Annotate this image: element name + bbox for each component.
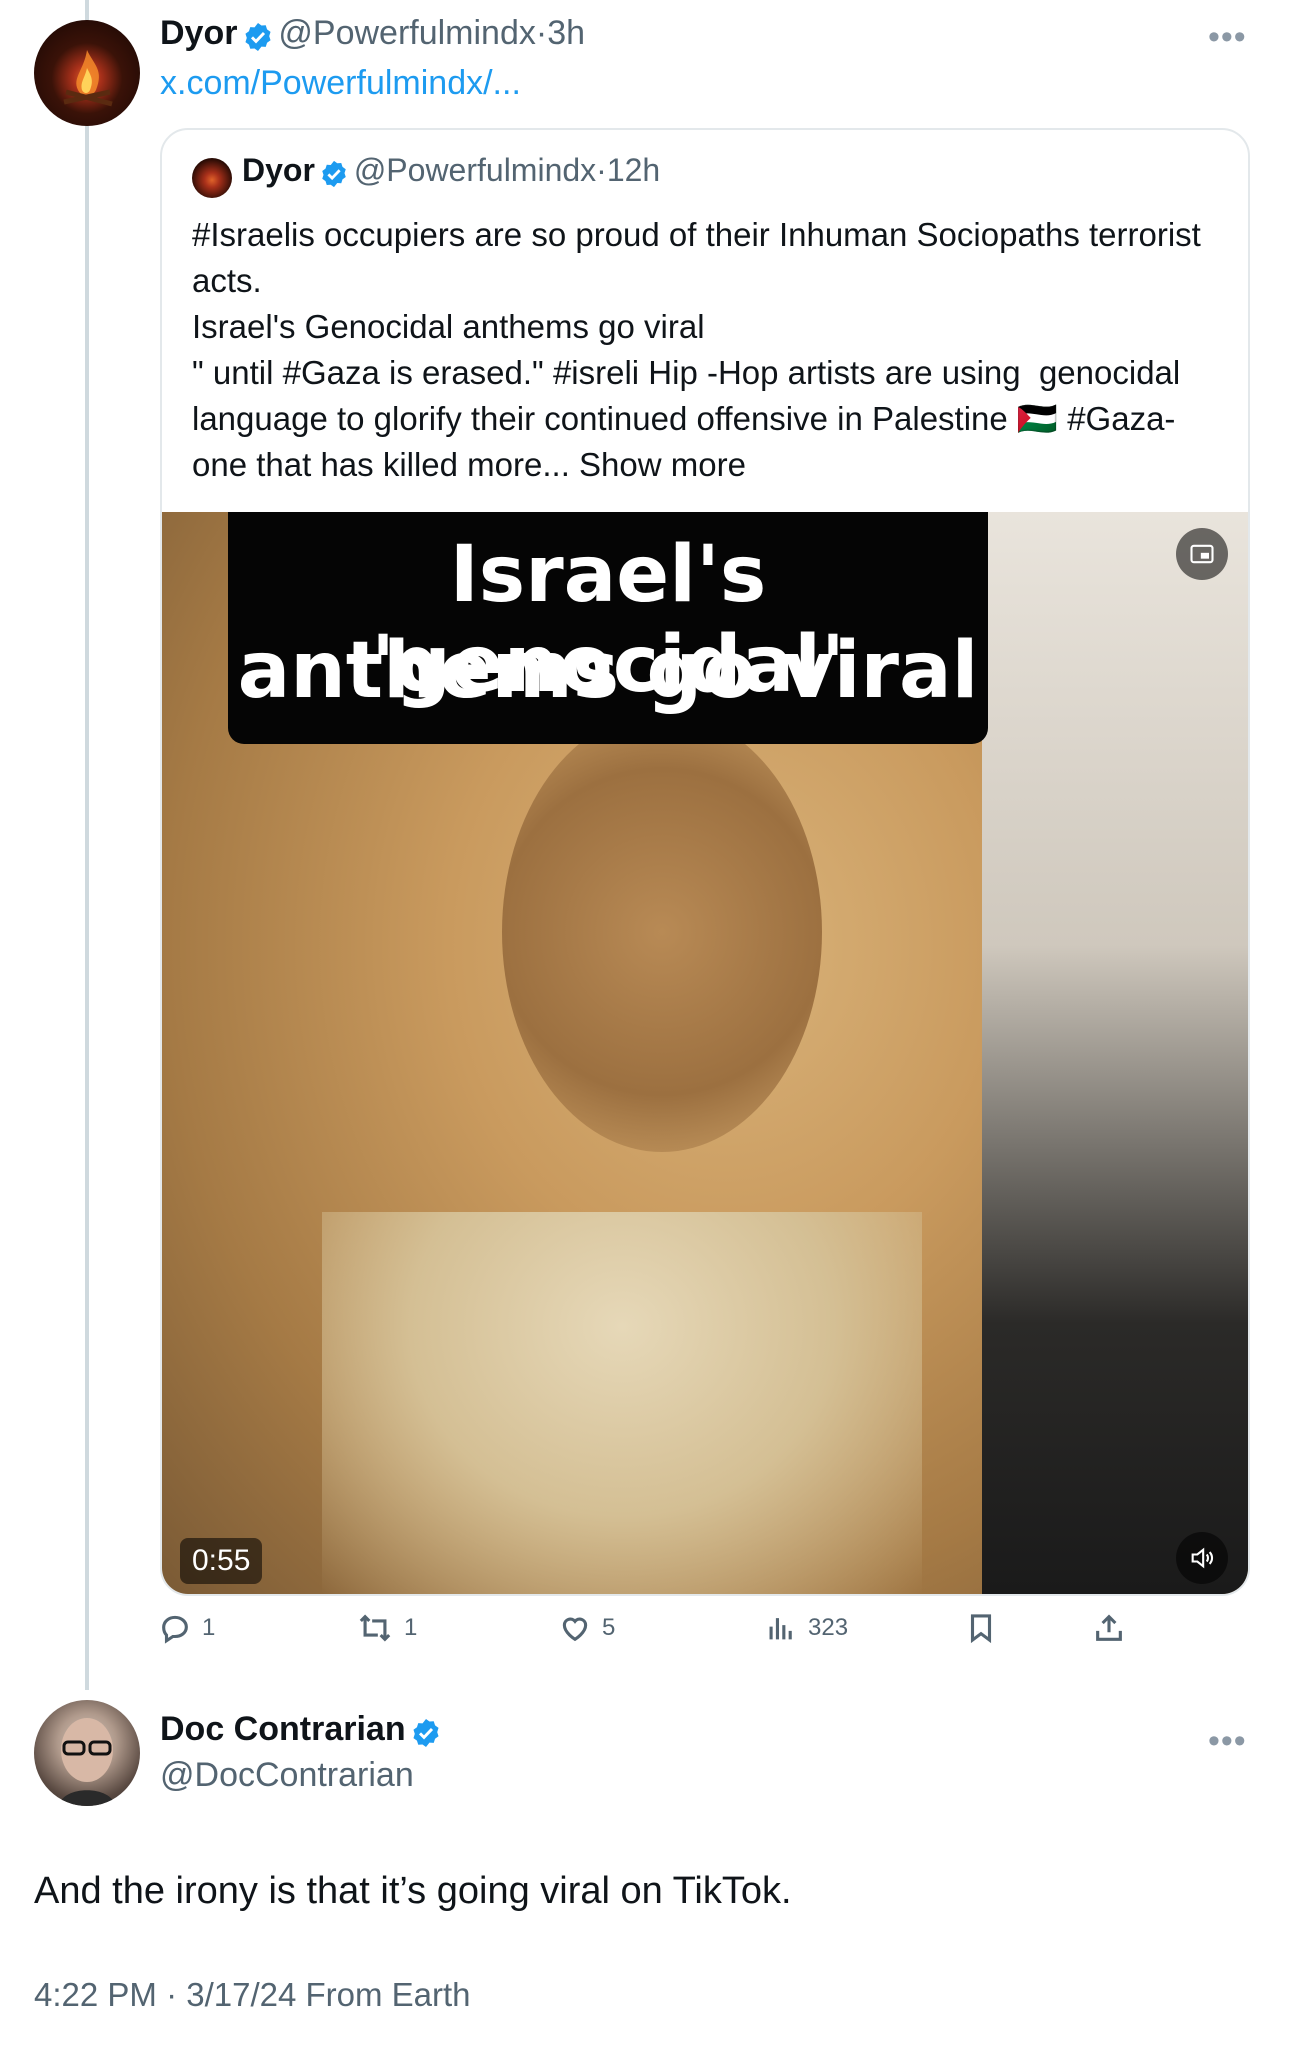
like-count: 5 bbox=[602, 1614, 616, 1641]
picture-in-picture-button[interactable] bbox=[1176, 528, 1228, 580]
separator-dot: · bbox=[535, 14, 548, 52]
video-background-right bbox=[982, 512, 1248, 1594]
speaker-icon bbox=[1191, 1547, 1214, 1569]
quoted-tweet-time: 12h bbox=[606, 152, 661, 188]
video-player[interactable]: Israel's 'genocidal' anthems go viral 0:… bbox=[162, 512, 1248, 1594]
like-action[interactable]: 5 bbox=[558, 1604, 615, 1652]
video-caption-box: Israel's 'genocidal' anthems go viral bbox=[228, 512, 988, 744]
verified-badge-icon bbox=[319, 159, 349, 194]
reply-author-name[interactable]: Doc Contrarian bbox=[160, 1710, 406, 1748]
video-figure-shirt bbox=[322, 1212, 922, 1594]
mute-toggle-button[interactable] bbox=[1176, 1532, 1228, 1584]
tweet-time[interactable]: 3h bbox=[547, 14, 585, 52]
views-chart-icon bbox=[769, 1618, 792, 1640]
video-duration: 0:55 bbox=[180, 1538, 263, 1584]
reply-count: 1 bbox=[202, 1614, 216, 1641]
more-options-icon[interactable]: ••• bbox=[1208, 1724, 1247, 1758]
reply-header: Doc Contrarian bbox=[160, 1710, 442, 1754]
author-name[interactable]: Dyor bbox=[160, 14, 237, 52]
views-count: 323 bbox=[808, 1614, 849, 1641]
heart-icon bbox=[562, 1617, 588, 1642]
separator-dot: · bbox=[596, 152, 607, 188]
share-icon bbox=[1096, 1614, 1122, 1641]
author-handle[interactable]: @Powerfulmindx bbox=[278, 14, 536, 52]
reply-action[interactable]: 1 bbox=[158, 1604, 215, 1652]
repost-action[interactable]: 1 bbox=[356, 1604, 417, 1652]
avatar-doc-contrarian[interactable] bbox=[34, 1700, 140, 1806]
thread-connector-line bbox=[85, 0, 89, 1690]
pip-icon bbox=[1190, 544, 1214, 564]
campfire-icon bbox=[63, 50, 113, 107]
reply-author-handle[interactable]: @DocContrarian bbox=[160, 1756, 414, 1795]
reply-text: And the irony is that it’s going viral o… bbox=[34, 1870, 792, 1912]
more-options-icon[interactable]: ••• bbox=[1208, 20, 1247, 54]
quoted-tweet-card[interactable]: Dyor @Powerfulmindx·12h #Israelis occupi… bbox=[160, 128, 1250, 1596]
reply-timestamp[interactable]: 4:22 PM · 3/17/24 From Earth bbox=[34, 1976, 471, 2014]
bookmark-action[interactable] bbox=[964, 1604, 998, 1652]
repost-count: 1 bbox=[404, 1614, 418, 1641]
share-action[interactable] bbox=[1092, 1604, 1126, 1652]
reply-icon bbox=[162, 1615, 188, 1644]
verified-badge-icon bbox=[242, 21, 274, 58]
quoted-tweet-text: #Israelis occupiers are so proud of thei… bbox=[192, 216, 1201, 483]
quoted-tweet-header: Dyor @Powerfulmindx·12h bbox=[242, 152, 660, 194]
quoted-author-name[interactable]: Dyor bbox=[242, 152, 315, 188]
avatar-dyor[interactable] bbox=[34, 20, 140, 126]
verified-badge-icon bbox=[410, 1717, 442, 1754]
bookmark-icon bbox=[970, 1614, 992, 1644]
repost-icon bbox=[359, 1614, 391, 1642]
quoted-author-handle[interactable]: @Powerfulmindx bbox=[354, 152, 596, 188]
views-action[interactable]: 323 bbox=[764, 1604, 848, 1652]
parent-tweet-header: Dyor @Powerfulmindx·3h bbox=[160, 14, 585, 58]
avatar-dyor-small[interactable] bbox=[192, 158, 232, 198]
tweet-link[interactable]: x.com/Powerfulmindx/... bbox=[160, 64, 521, 103]
video-caption-line-2: anthems go viral bbox=[237, 626, 979, 716]
person-portrait-icon bbox=[59, 1718, 115, 1806]
video-figure-face bbox=[502, 712, 822, 1152]
